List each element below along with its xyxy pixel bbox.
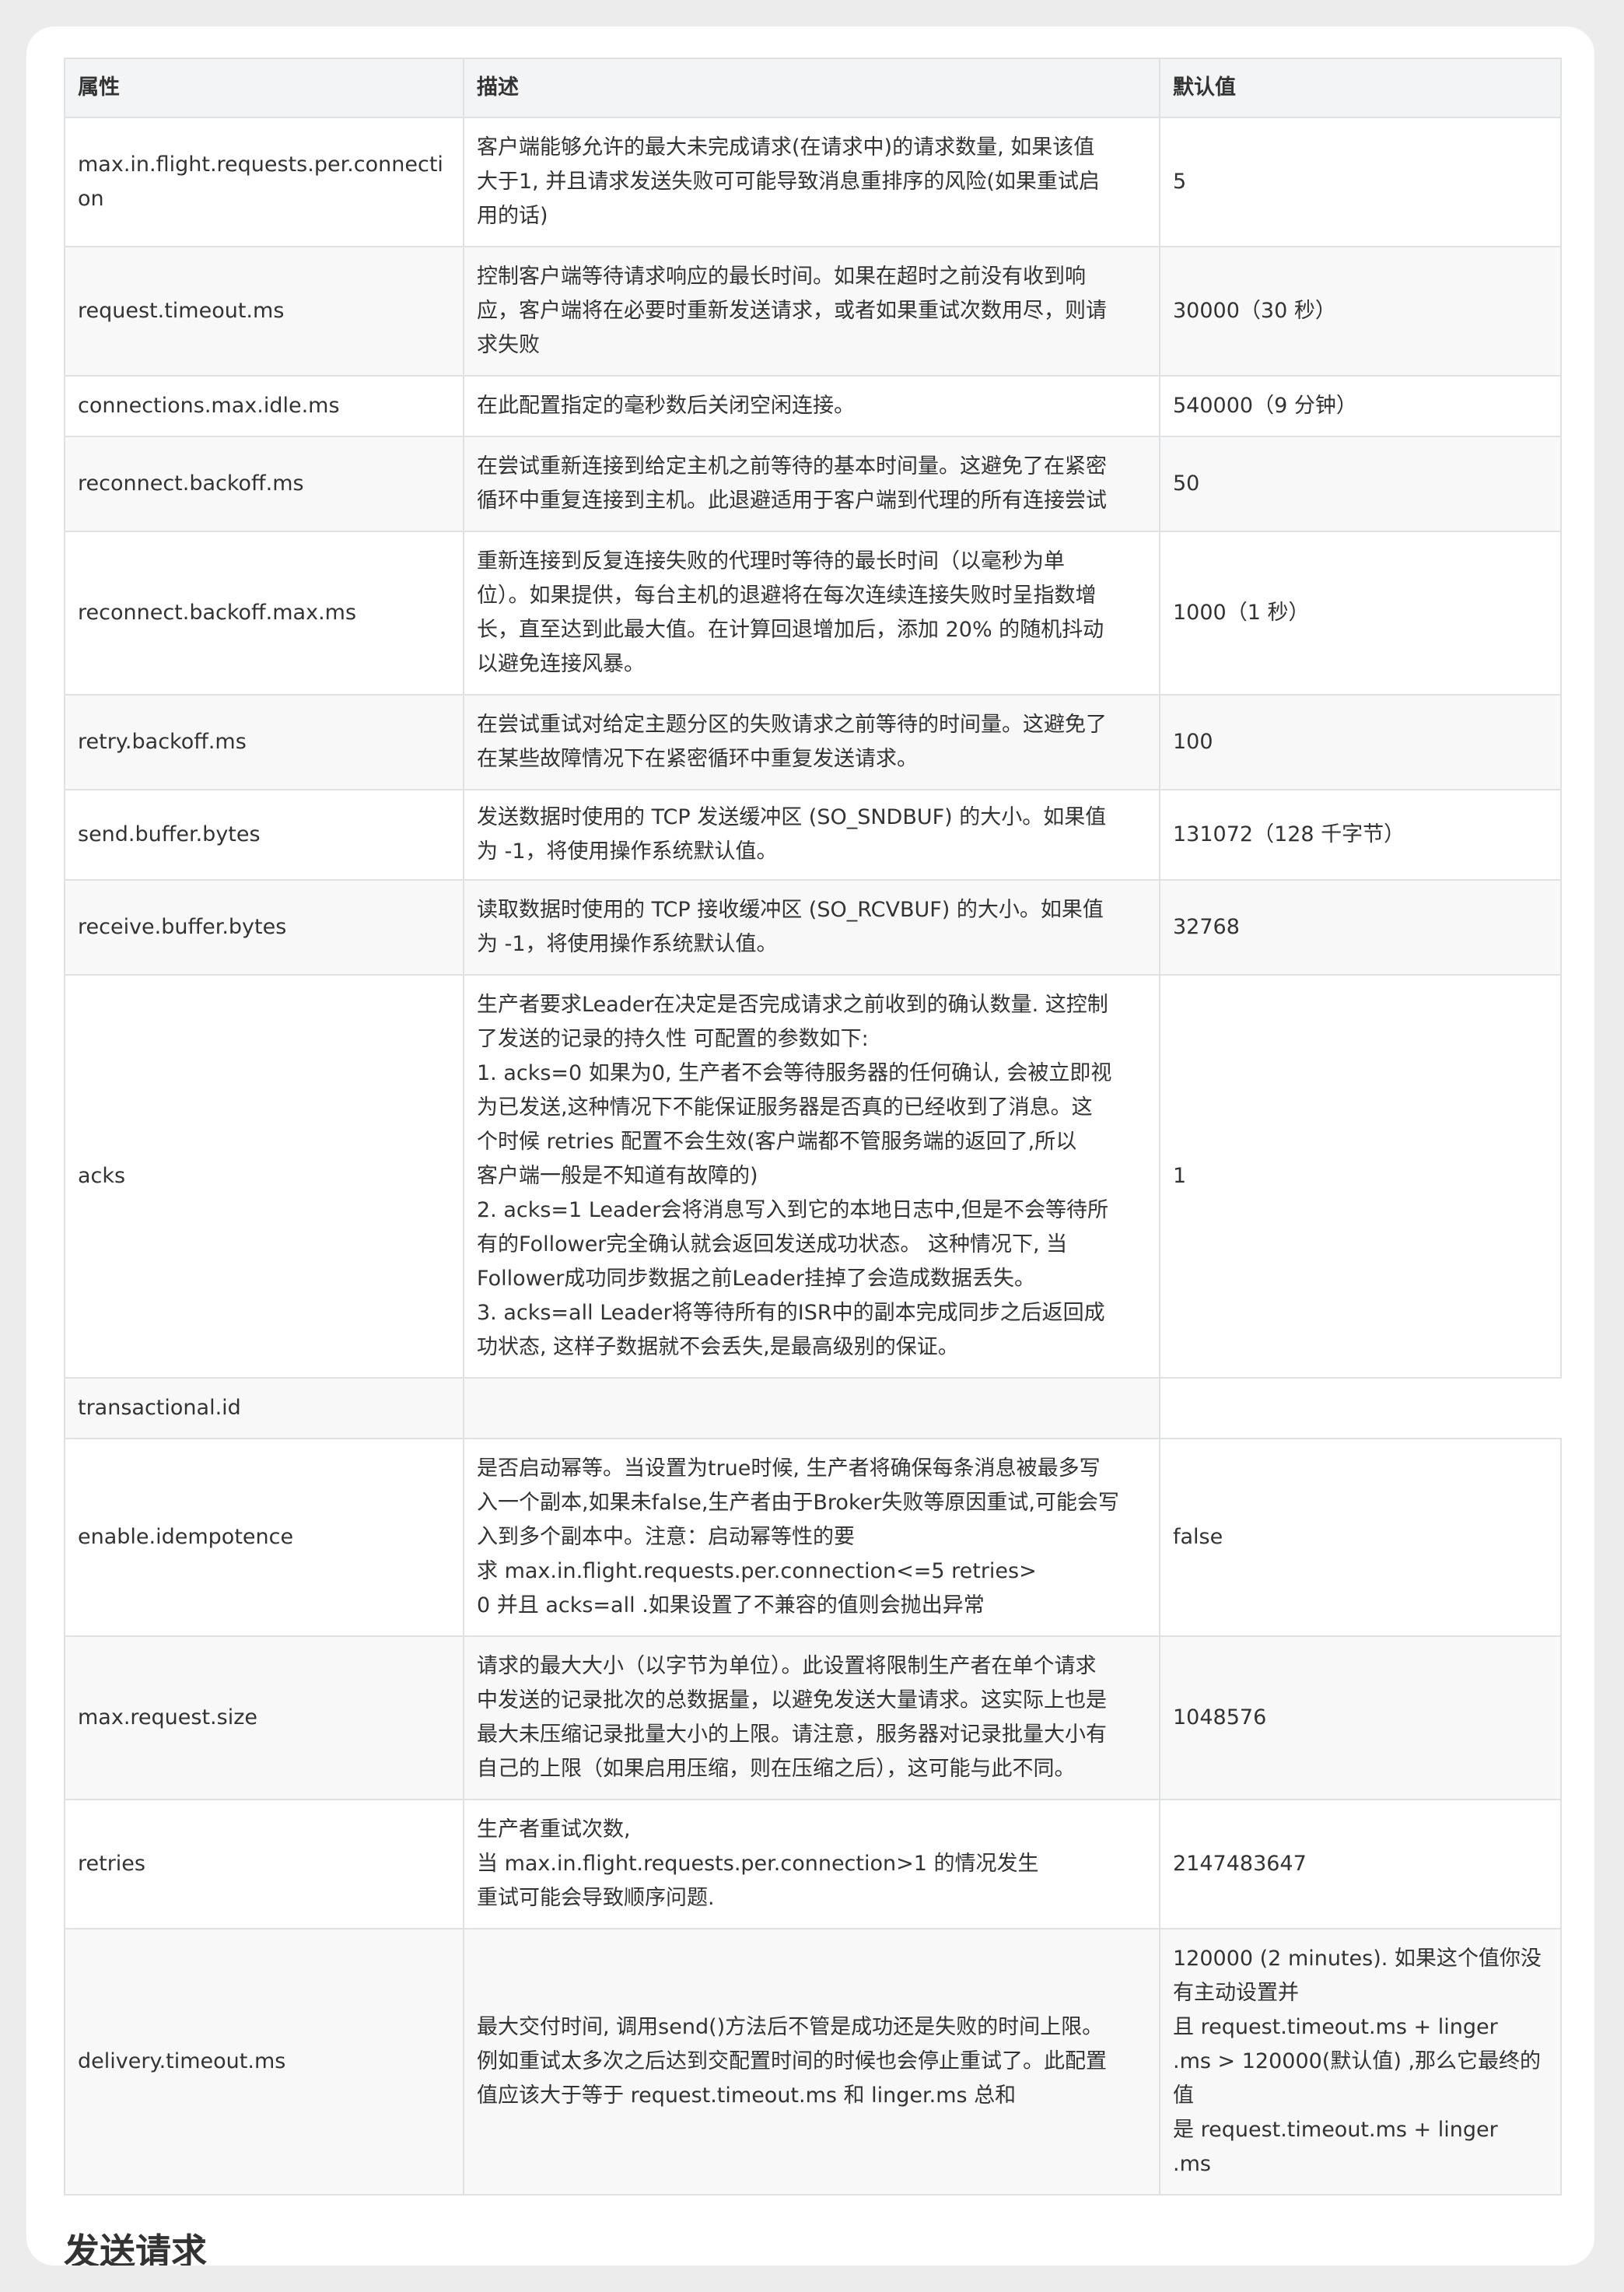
config-table: 属性 描述 默认值 max.in.flight.requests.per.con…	[64, 58, 1562, 2196]
cell-property: reconnect.backoff.ms	[64, 436, 464, 532]
cell-default	[1159, 1377, 1561, 1439]
cell-property: max.request.size	[64, 1635, 464, 1800]
cell-description: 请求的最大大小（以字节为单位）。此设置将限制生产者在单个请求 中发送的记录批次的…	[463, 1635, 1160, 1800]
cell-description: 是否启动幂等。当设置为true时候, 生产者将确保每条消息被最多写 入一个副本,…	[463, 1438, 1160, 1637]
cell-description: 生产者要求Leader在决定是否完成请求之前收到的确认数量. 这控制 了发送的记…	[463, 974, 1160, 1379]
cell-default: 131072（128 千字节）	[1159, 789, 1562, 881]
cell-description: 读取数据时使用的 TCP 接收缓冲区 (SO_RCVBUF) 的大小。如果值 为…	[463, 879, 1160, 976]
cell-default: 32768	[1159, 879, 1562, 976]
table-header-row: 属性 描述 默认值	[64, 58, 1562, 118]
cell-property: enable.idempotence	[64, 1438, 464, 1637]
cell-default: 1	[1159, 974, 1562, 1379]
table-row: reconnect.backoff.max.ms 重新连接到反复连接失败的代理时…	[64, 531, 1562, 696]
table-row: request.timeout.ms 控制客户端等待请求响应的最长时间。如果在超…	[64, 246, 1562, 377]
table-row: send.buffer.bytes 发送数据时使用的 TCP 发送缓冲区 (SO…	[64, 789, 1562, 881]
cell-property: retry.backoff.ms	[64, 694, 464, 790]
cell-property: acks	[64, 974, 464, 1379]
cell-default: 540000（9 分钟）	[1159, 375, 1562, 437]
cell-default: 100	[1159, 694, 1562, 790]
cell-description	[463, 1377, 1160, 1439]
section-heading: 发送请求	[64, 2231, 207, 2266]
cell-description: 控制客户端等待请求响应的最长时间。如果在超时之前没有收到响 应，客户端将在必要时…	[463, 246, 1160, 377]
cell-description: 在此配置指定的毫秒数后关闭空闲连接。	[463, 375, 1160, 437]
header-description: 描述	[463, 58, 1160, 118]
table-row: transactional.id	[64, 1377, 1561, 1439]
table-row: receive.buffer.bytes 读取数据时使用的 TCP 接收缓冲区 …	[64, 879, 1562, 976]
table-row: enable.idempotence 是否启动幂等。当设置为true时候, 生产…	[64, 1438, 1562, 1637]
table-row: retries 生产者重试次数, 当 max.in.flight.request…	[64, 1799, 1562, 1929]
cell-description: 最大交付时间, 调用send()方法后不管是成功还是失败的时间上限。 例如重试太…	[463, 1928, 1160, 2196]
cell-property: connections.max.idle.ms	[64, 375, 464, 437]
cell-property: request.timeout.ms	[64, 246, 464, 377]
cell-default: 1048576	[1159, 1635, 1562, 1800]
cell-default: 1000（1 秒）	[1159, 531, 1562, 696]
cell-description: 客户端能够允许的最大未完成请求(在请求中)的请求数量, 如果该值 大于1, 并且…	[463, 117, 1160, 247]
cell-default: 30000（30 秒）	[1159, 246, 1562, 377]
cell-description: 生产者重试次数, 当 max.in.flight.requests.per.co…	[463, 1799, 1160, 1929]
cell-property: receive.buffer.bytes	[64, 879, 464, 976]
document-card: 属性 描述 默认值 max.in.flight.requests.per.con…	[26, 26, 1594, 2266]
table-row: max.request.size 请求的最大大小（以字节为单位）。此设置将限制生…	[64, 1635, 1562, 1800]
table-row: acks 生产者要求Leader在决定是否完成请求之前收到的确认数量. 这控制 …	[64, 974, 1562, 1379]
cell-description: 在尝试重新连接到给定主机之前等待的基本时间量。这避免了在紧密 循环中重复连接到主…	[463, 436, 1160, 532]
table-row: connections.max.idle.ms 在此配置指定的毫秒数后关闭空闲连…	[64, 375, 1562, 437]
cell-property: reconnect.backoff.max.ms	[64, 531, 464, 696]
cell-default: false	[1159, 1438, 1562, 1637]
cell-default: 5	[1159, 117, 1562, 247]
cell-property: send.buffer.bytes	[64, 789, 464, 881]
cell-property: delivery.timeout.ms	[64, 1928, 464, 2196]
cell-default: 2147483647	[1159, 1799, 1562, 1929]
table-row: retry.backoff.ms 在尝试重试对给定主题分区的失败请求之前等待的时…	[64, 694, 1562, 790]
cell-property: transactional.id	[64, 1377, 464, 1439]
header-property: 属性	[64, 58, 464, 118]
cell-description: 发送数据时使用的 TCP 发送缓冲区 (SO_SNDBUF) 的大小。如果值 为…	[463, 789, 1160, 881]
cell-default: 50	[1159, 436, 1562, 532]
table-row: delivery.timeout.ms 最大交付时间, 调用send()方法后不…	[64, 1928, 1562, 2196]
cell-default: 120000 (2 minutes). 如果这个值你没 有主动设置并 且 req…	[1159, 1928, 1562, 2196]
table-row: max.in.flight.requests.per.connection 客户…	[64, 117, 1562, 247]
cell-property: retries	[64, 1799, 464, 1929]
cell-description: 在尝试重试对给定主题分区的失败请求之前等待的时间量。这避免了 在某些故障情况下在…	[463, 694, 1160, 790]
cell-property: max.in.flight.requests.per.connection	[64, 117, 464, 247]
table-row: reconnect.backoff.ms 在尝试重新连接到给定主机之前等待的基本…	[64, 436, 1562, 532]
header-default: 默认值	[1159, 58, 1562, 118]
cell-description: 重新连接到反复连接失败的代理时等待的最长时间（以毫秒为单 位）。如果提供，每台主…	[463, 531, 1160, 696]
